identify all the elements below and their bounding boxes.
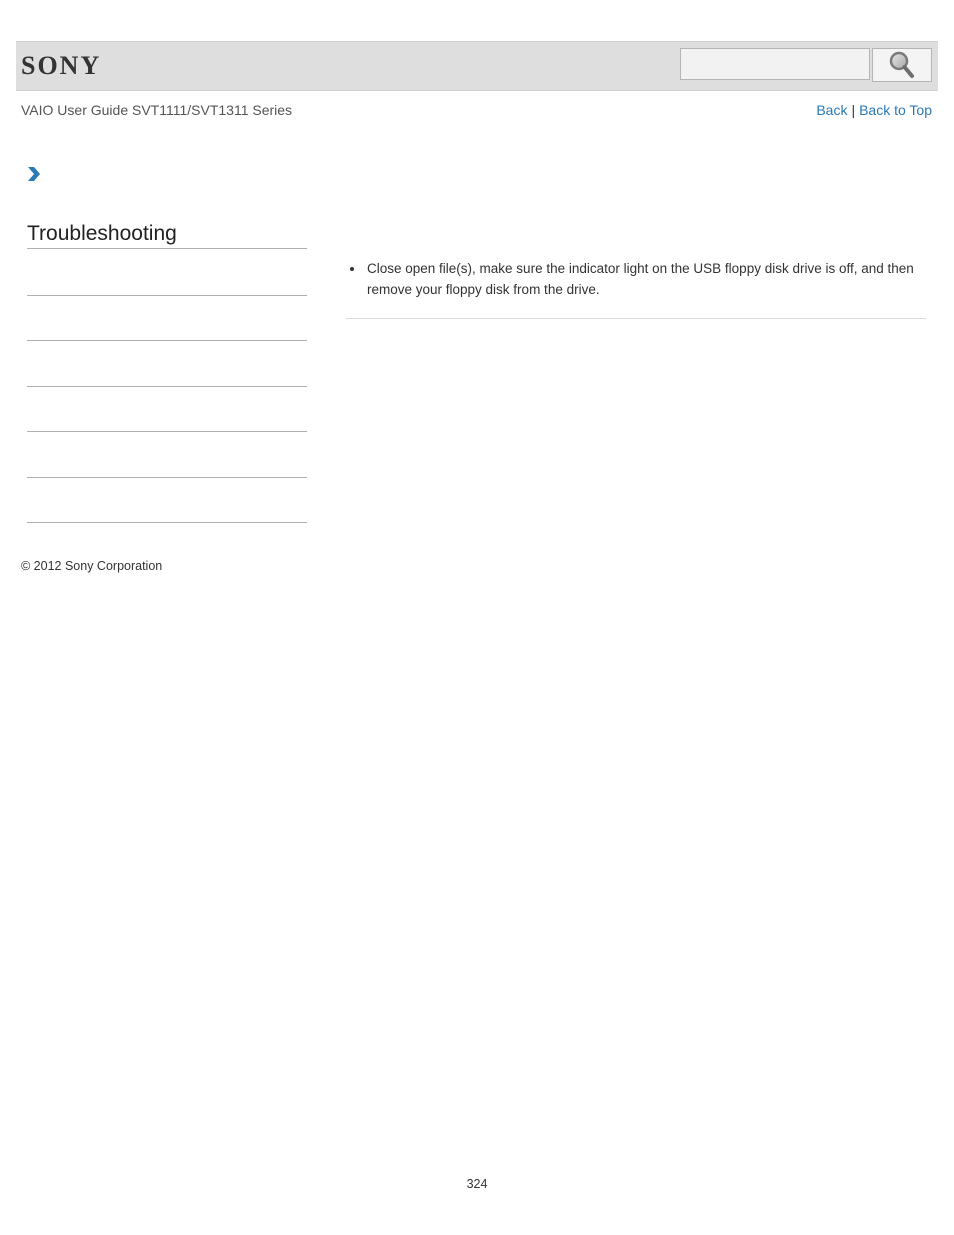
header-bar: SONY	[16, 41, 938, 91]
bullet-text: Close open file(s), make sure the indica…	[367, 261, 914, 297]
sony-logo[interactable]: SONY	[21, 53, 101, 79]
sidebar-item-divider[interactable]	[27, 295, 307, 296]
magnifier-icon	[889, 51, 914, 78]
top-links: Back | Back to Top	[816, 102, 932, 118]
search-input[interactable]	[680, 48, 870, 80]
sidebar-title: Troubleshooting	[27, 222, 307, 249]
sidebar-item-divider[interactable]	[27, 431, 307, 432]
link-separator: |	[851, 102, 856, 118]
bullet-list: Close open file(s), make sure the indica…	[346, 258, 926, 300]
copyright: © 2012 Sony Corporation	[21, 559, 163, 573]
search-button[interactable]	[872, 48, 932, 82]
sidebar-item-divider[interactable]	[27, 340, 307, 341]
list-item: Close open file(s), make sure the indica…	[346, 258, 926, 300]
bullet-icon	[350, 267, 354, 271]
guide-title: VAIO User Guide SVT1111/SVT1311 Series	[21, 102, 293, 118]
back-link[interactable]: Back	[816, 102, 847, 118]
sidebar-item-divider[interactable]	[27, 477, 307, 478]
sidebar-item-divider[interactable]	[27, 386, 307, 387]
page-number: 324	[466, 1177, 488, 1191]
sidebar-item-divider[interactable]	[27, 522, 307, 523]
page: SONY VAIO User Guide SVT1111/SVT1311 Ser…	[0, 0, 954, 1235]
chevron-right-icon[interactable]	[26, 165, 42, 183]
back-to-top-link[interactable]: Back to Top	[859, 102, 932, 118]
content-divider	[346, 318, 926, 319]
main-content: Close open file(s), make sure the indica…	[346, 258, 926, 300]
